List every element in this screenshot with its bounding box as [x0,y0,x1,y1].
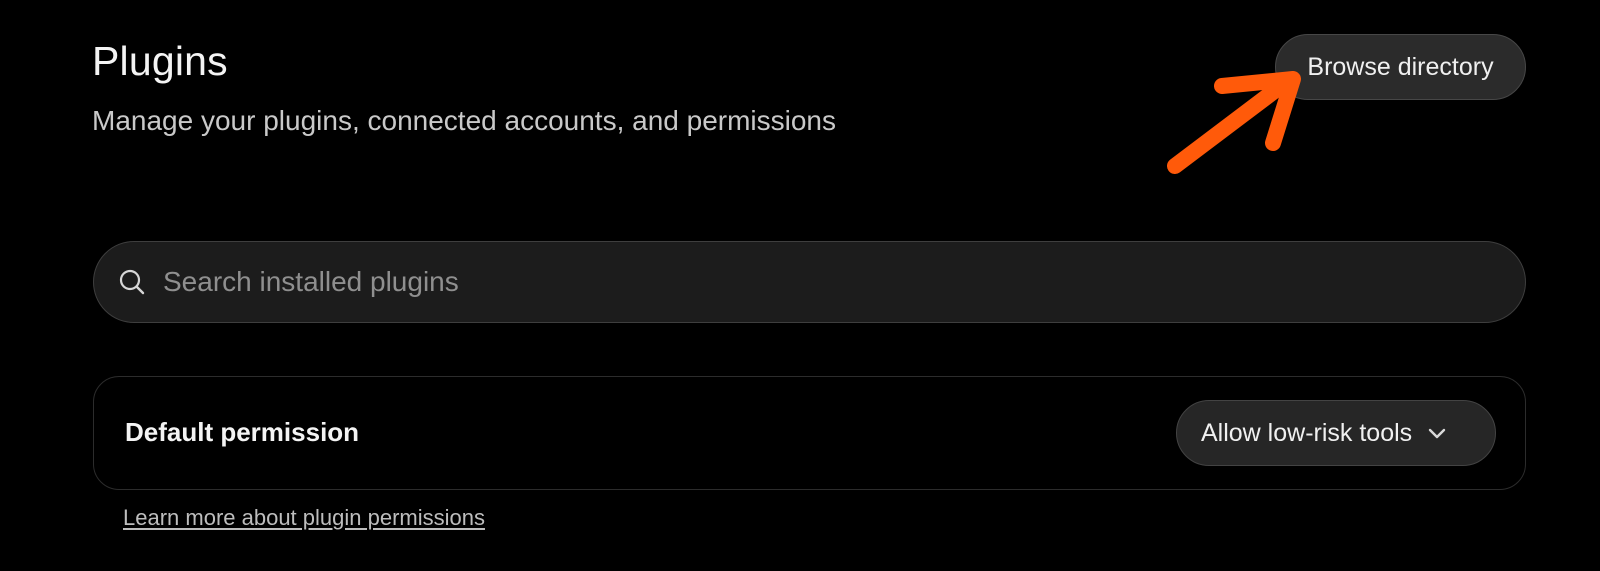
search-input[interactable] [161,251,1495,313]
page-title: Plugins [92,38,228,84]
browse-directory-button[interactable]: Browse directory [1275,34,1526,100]
learn-more-permissions-link[interactable]: Learn more about plugin permissions [123,503,485,533]
plugins-settings-page: Plugins Manage your plugins, connected a… [0,0,1600,571]
default-permission-dropdown[interactable]: Allow low-risk tools [1176,400,1496,466]
default-permission-selected-value: Allow low-risk tools [1201,418,1413,447]
chevron-down-icon [1426,422,1448,444]
search-icon [117,267,147,297]
search-box[interactable] [93,241,1526,323]
page-subtitle: Manage your plugins, connected accounts,… [92,105,836,136]
default-permission-label: Default permission [125,417,360,447]
default-permission-card: Default permission Allow low-risk tools [93,376,1526,490]
